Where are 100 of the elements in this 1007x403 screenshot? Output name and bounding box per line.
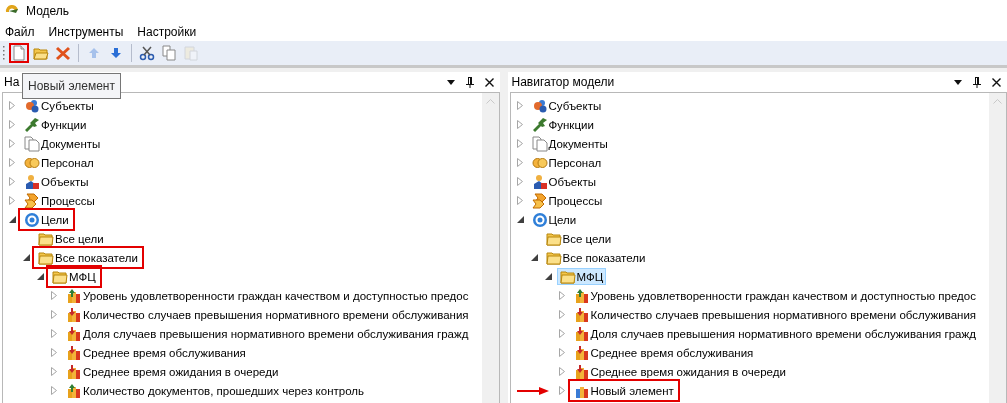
tree-item[interactable]: Доля случаев превышения нормативного времени обслуживания гражд bbox=[63, 325, 472, 342]
bar-chart-down-icon bbox=[66, 306, 82, 323]
tree-item[interactable]: Функции bbox=[21, 116, 90, 133]
person-box-icon bbox=[24, 173, 40, 190]
collapse-icon[interactable] bbox=[516, 216, 524, 223]
window-title: Модель bbox=[26, 4, 70, 18]
expand-icon[interactable] bbox=[558, 348, 565, 357]
bar-chart-down-icon bbox=[573, 325, 590, 342]
dropdown-icon[interactable] bbox=[954, 79, 962, 85]
bar-chart-down-icon bbox=[573, 306, 590, 323]
tree-item[interactable]: Персонал bbox=[528, 154, 605, 171]
close-icon[interactable] bbox=[484, 77, 494, 87]
expand-icon[interactable] bbox=[9, 177, 15, 186]
menu-item[interactable]: Настройки bbox=[137, 24, 197, 39]
tree-item[interactable]: Документы bbox=[528, 135, 611, 152]
documents-icon bbox=[24, 135, 40, 152]
expand-icon[interactable] bbox=[51, 310, 57, 319]
toolbar-grip-icon bbox=[2, 45, 5, 61]
menu-item[interactable]: Инструменты bbox=[48, 24, 124, 39]
pin-icon[interactable] bbox=[973, 76, 981, 88]
tree-item[interactable]: Количество случаев превышения нормативного времени обслуживания bbox=[63, 306, 472, 323]
target-icon bbox=[531, 211, 548, 228]
scroll-up-icon[interactable] bbox=[993, 99, 1002, 104]
collapse-icon[interactable] bbox=[9, 216, 16, 223]
expand-icon[interactable] bbox=[9, 120, 15, 129]
tree-item[interactable]: Персонал bbox=[21, 154, 97, 171]
bar-chart-up-icon bbox=[66, 287, 82, 304]
collapse-icon[interactable] bbox=[37, 273, 44, 280]
tree-item[interactable]: Среднее время обслуживания bbox=[570, 344, 757, 361]
expand-icon[interactable] bbox=[558, 310, 565, 319]
scrollbar[interactable] bbox=[481, 93, 499, 403]
tree-item[interactable]: Среднее время обслуживания bbox=[63, 344, 249, 361]
menu-item[interactable]: Файл bbox=[5, 24, 35, 39]
tree-item[interactable]: Процессы bbox=[528, 192, 606, 209]
tree-item[interactable]: Все показатели bbox=[542, 249, 649, 266]
tree-item[interactable]: Цели bbox=[528, 211, 580, 228]
tree-item[interactable]: Количество документов, прошедших через контроль bbox=[63, 382, 368, 399]
expand-icon[interactable] bbox=[516, 177, 523, 186]
tree-item[interactable]: Цели bbox=[21, 211, 72, 228]
process-icon bbox=[24, 192, 40, 209]
expand-icon[interactable] bbox=[51, 386, 57, 395]
expand-icon[interactable] bbox=[558, 291, 565, 300]
tree-item[interactable]: Процессы bbox=[21, 192, 98, 209]
tree-item[interactable]: Среднее время ожидания в очереди bbox=[570, 363, 789, 380]
tree-item[interactable]: Количество случаев превышения нормативного времени обслуживания bbox=[570, 306, 980, 323]
target-icon bbox=[24, 211, 40, 228]
panel-title: На bbox=[4, 75, 20, 89]
tree-item[interactable]: Субъекты bbox=[528, 97, 605, 114]
bar-chart-up-icon bbox=[66, 382, 82, 399]
tree-item[interactable]: Функции bbox=[528, 116, 597, 133]
tree-item[interactable]: Новый элемент bbox=[570, 382, 677, 399]
process-icon bbox=[531, 192, 548, 209]
tree-item[interactable]: Субъекты bbox=[21, 97, 97, 114]
expand-icon[interactable] bbox=[558, 367, 565, 376]
tree-item[interactable]: Документы bbox=[21, 135, 104, 152]
expand-icon[interactable] bbox=[516, 196, 523, 205]
folder-icon bbox=[545, 249, 562, 266]
bar-chart-down-icon bbox=[66, 344, 82, 361]
close-icon[interactable] bbox=[992, 77, 1001, 87]
collapse-icon[interactable] bbox=[23, 254, 30, 261]
panel-title: Навигатор модели bbox=[511, 75, 615, 89]
scroll-up-icon[interactable] bbox=[485, 99, 495, 104]
bar-chart-down-icon bbox=[66, 363, 82, 380]
tree-item[interactable]: Уровень удовлетворенности граждан качеством и доступностью предос bbox=[570, 287, 979, 304]
expand-icon[interactable] bbox=[558, 386, 565, 395]
bar-chart-down-icon bbox=[573, 363, 590, 380]
person-box-icon bbox=[531, 173, 548, 190]
tree-item[interactable]: Среднее время ожидания в очереди bbox=[63, 363, 282, 380]
tree-item[interactable]: Уровень удовлетворенности граждан качеством и доступностью предос bbox=[63, 287, 472, 304]
scrollbar[interactable] bbox=[989, 93, 1006, 403]
expand-icon[interactable] bbox=[558, 329, 565, 338]
expand-icon[interactable] bbox=[51, 348, 57, 357]
tree-item[interactable]: Все цели bbox=[542, 230, 615, 247]
expand-icon[interactable] bbox=[51, 291, 57, 300]
bar-chart-down-icon bbox=[66, 325, 82, 342]
expand-icon[interactable] bbox=[9, 101, 15, 110]
expand-icon[interactable] bbox=[51, 329, 57, 338]
collapse-icon[interactable] bbox=[530, 254, 538, 261]
tree-item[interactable]: Все показатели bbox=[35, 249, 141, 266]
dropdown-icon[interactable] bbox=[446, 79, 455, 85]
tree-item[interactable]: МФЦ bbox=[556, 268, 607, 285]
expand-icon[interactable] bbox=[9, 158, 15, 167]
tree-item[interactable]: Объекты bbox=[528, 173, 599, 190]
expand-icon[interactable] bbox=[516, 101, 523, 110]
expand-icon[interactable] bbox=[516, 139, 523, 148]
collapse-icon[interactable] bbox=[544, 273, 552, 280]
expand-icon[interactable] bbox=[51, 367, 57, 376]
expand-icon[interactable] bbox=[9, 196, 15, 205]
tooltip: Новый элемент bbox=[22, 73, 121, 99]
expand-icon[interactable] bbox=[9, 139, 15, 148]
tree-item[interactable]: Объекты bbox=[21, 173, 92, 190]
tree-item[interactable]: Все цели bbox=[35, 230, 107, 247]
bar-chart-up-icon bbox=[573, 287, 590, 304]
pin-icon[interactable] bbox=[465, 76, 474, 88]
tree-item[interactable]: МФЦ bbox=[49, 268, 99, 285]
tree-item[interactable]: Доля случаев превышения нормативного времени обслуживания гражд bbox=[570, 325, 979, 342]
expand-icon[interactable] bbox=[516, 158, 523, 167]
folder-icon bbox=[559, 268, 576, 285]
expand-icon[interactable] bbox=[516, 120, 523, 129]
folder-icon bbox=[52, 268, 68, 285]
